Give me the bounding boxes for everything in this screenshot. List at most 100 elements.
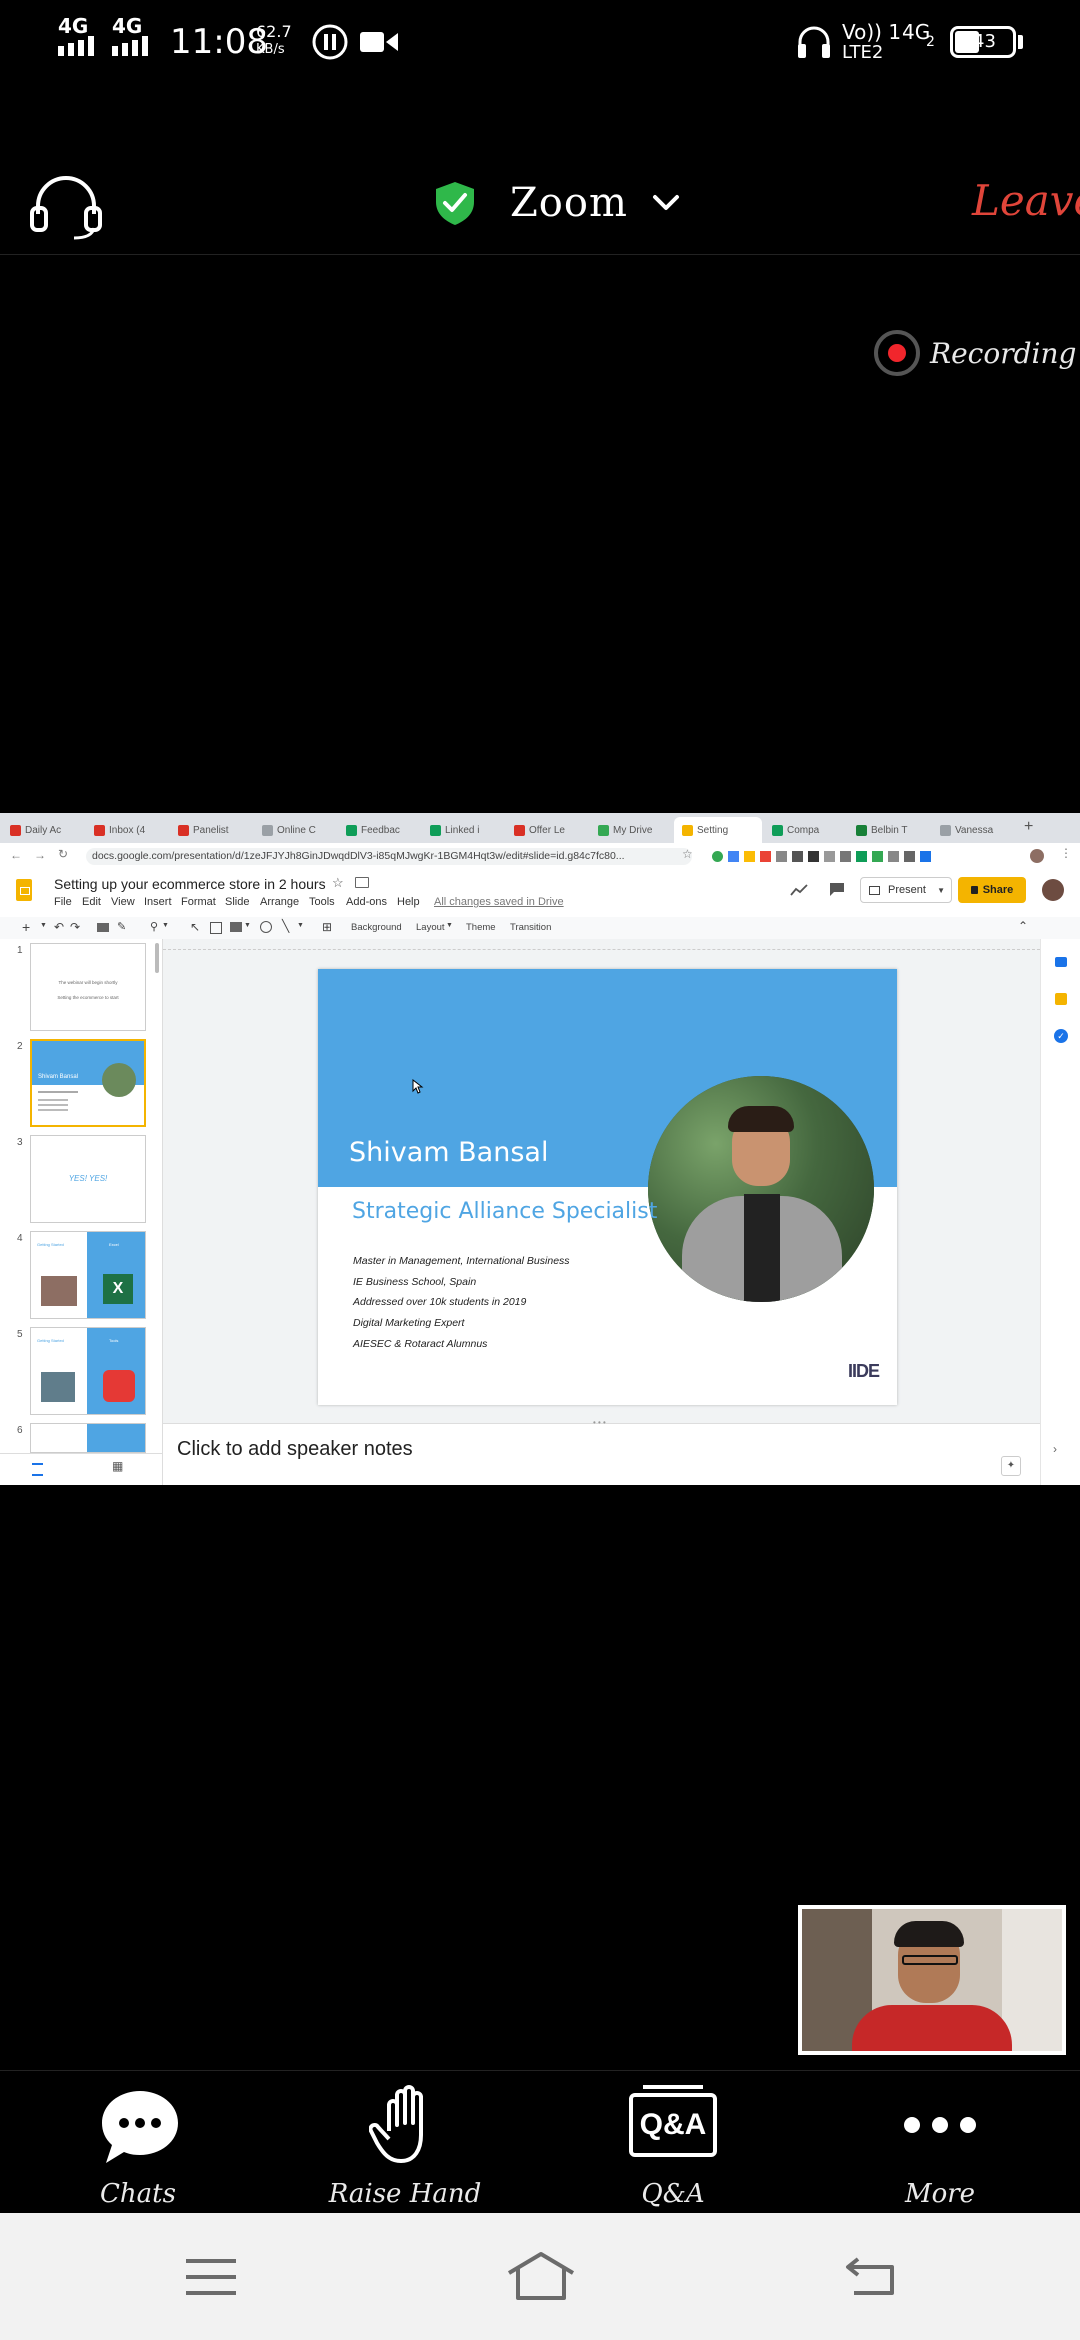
browser-tab[interactable]: Vanessa <box>932 817 1014 843</box>
extension-icon[interactable] <box>712 851 723 862</box>
line-dropdown-icon[interactable]: ▼ <box>297 922 304 929</box>
browser-tab-active[interactable]: Setting <box>674 817 762 843</box>
menu-slide[interactable]: Slide <box>225 896 249 908</box>
new-tab-icon[interactable]: + <box>1024 818 1033 836</box>
back-icon[interactable] <box>844 2255 896 2297</box>
browser-tab[interactable]: Linked i <box>422 817 504 843</box>
menu-insert[interactable]: Insert <box>144 896 172 908</box>
slide-thumbnail[interactable]: YES! YES! <box>30 1135 146 1223</box>
extension-icon[interactable] <box>808 851 819 862</box>
undo-icon[interactable]: ↶ <box>54 920 64 934</box>
audio-headset-icon[interactable] <box>28 170 104 242</box>
present-dropdown-icon[interactable]: ▼ <box>937 886 945 895</box>
tasks-icon[interactable]: ✓ <box>1054 1029 1068 1043</box>
browser-tab[interactable]: Compa <box>764 817 846 843</box>
forward-icon[interactable]: → <box>34 848 46 862</box>
menu-file[interactable]: File <box>54 896 72 908</box>
add-comment-icon[interactable]: ⊞ <box>322 920 332 934</box>
slide-thumbnail[interactable]: Getting Started Tools <box>30 1327 146 1415</box>
select-cursor-icon[interactable]: ↖ <box>190 920 200 934</box>
activity-trend-icon[interactable] <box>790 883 808 897</box>
image-dropdown-icon[interactable]: ▼ <box>244 922 251 929</box>
menu-tools[interactable]: Tools <box>309 896 335 908</box>
extension-icon[interactable] <box>760 851 771 862</box>
menu-icon[interactable] <box>184 2257 238 2297</box>
extension-icon[interactable] <box>920 851 931 862</box>
menu-format[interactable]: Format <box>181 896 216 908</box>
comment-icon[interactable] <box>828 881 846 897</box>
share-button[interactable]: Share <box>958 877 1026 903</box>
extension-icon[interactable] <box>888 851 899 862</box>
extension-icon[interactable] <box>872 851 883 862</box>
menu-help[interactable]: Help <box>397 896 420 908</box>
extension-icon[interactable] <box>904 851 915 862</box>
leave-button[interactable]: Leave <box>972 176 1080 225</box>
menu-view[interactable]: View <box>111 896 135 908</box>
meeting-title-dropdown[interactable]: Zoom <box>434 180 680 226</box>
recording-indicator[interactable]: Recording <box>874 330 1076 376</box>
collapse-toolbar-icon[interactable]: ⌃ <box>1018 919 1028 933</box>
browser-tab[interactable]: Panelist <box>170 817 252 843</box>
slides-logo-icon[interactable] <box>16 879 32 901</box>
image-icon[interactable] <box>230 922 242 932</box>
extension-icon[interactable] <box>744 851 755 862</box>
browser-tab[interactable]: Belbin T <box>848 817 930 843</box>
browser-tab[interactable]: My Drive <box>590 817 672 843</box>
profile-avatar[interactable] <box>1030 849 1044 863</box>
self-video-thumbnail[interactable] <box>798 1905 1066 2055</box>
raise-hand-button[interactable]: Raise Hand <box>305 2071 505 2214</box>
browser-tab[interactable]: Inbox (4 <box>86 817 168 843</box>
reload-icon[interactable]: ↻ <box>58 847 68 861</box>
menu-addons[interactable]: Add-ons <box>346 896 387 908</box>
browser-menu-icon[interactable]: ⋮ <box>1060 846 1072 860</box>
home-icon[interactable] <box>506 2251 576 2301</box>
url-field[interactable]: docs.google.com/presentation/d/1zeJFJYJh… <box>86 848 692 865</box>
transition-button[interactable]: Transition <box>510 922 551 933</box>
layout-button[interactable]: Layout <box>416 922 445 933</box>
background-button[interactable]: Background <box>351 922 402 933</box>
print-icon[interactable] <box>97 923 109 932</box>
layout-dropdown-icon[interactable]: ▼ <box>446 922 453 929</box>
browser-tab[interactable]: Feedbac <box>338 817 420 843</box>
document-title[interactable]: Setting up your ecommerce store in 2 hou… <box>54 876 326 892</box>
move-folder-icon[interactable] <box>355 877 369 888</box>
extension-icon[interactable] <box>792 851 803 862</box>
account-avatar[interactable] <box>1042 879 1064 901</box>
extension-icon[interactable] <box>824 851 835 862</box>
qa-button[interactable]: Q&A Q&A <box>573 2071 773 2214</box>
star-icon[interactable]: ☆ <box>332 875 344 891</box>
line-icon[interactable]: ╲ <box>282 919 289 933</box>
slide-thumbnail-selected[interactable]: Shivam Bansal <box>30 1039 146 1127</box>
browser-tab[interactable]: Daily Ac <box>2 817 84 843</box>
bookmark-star-icon[interactable]: ☆ <box>682 847 693 861</box>
extension-icon[interactable] <box>776 851 787 862</box>
text-box-icon[interactable] <box>210 922 222 934</box>
new-slide-dropdown-icon[interactable]: ▼ <box>40 922 47 929</box>
zoom-dropdown-icon[interactable]: ▼ <box>162 922 169 929</box>
notes-resize-handle[interactable]: • • • <box>593 1418 606 1427</box>
explore-icon[interactable]: ✦ <box>1001 1456 1021 1476</box>
grid-view-icon[interactable]: ▦ <box>112 1459 123 1473</box>
current-slide[interactable]: Shivam Bansal Strategic Alliance Special… <box>318 969 897 1405</box>
redo-icon[interactable]: ↷ <box>70 920 80 934</box>
theme-button[interactable]: Theme <box>466 922 496 933</box>
slide-thumbnail[interactable] <box>30 1423 146 1453</box>
menu-arrange[interactable]: Arrange <box>260 896 299 908</box>
extension-icon[interactable] <box>840 851 851 862</box>
calendar-icon[interactable] <box>1055 957 1067 967</box>
paint-format-icon[interactable]: ✎ <box>117 920 126 933</box>
slide-thumbnail[interactable]: The webinar will begin shortly Setting t… <box>30 943 146 1031</box>
chats-button[interactable]: Chats <box>38 2071 238 2214</box>
present-button[interactable]: Present ▼ <box>860 877 952 903</box>
new-slide-icon[interactable]: + <box>22 919 30 935</box>
speaker-notes[interactable]: • • • Click to add speaker notes ✦ <box>163 1418 1040 1485</box>
slide-thumbnail[interactable]: Getting Started Excel X <box>30 1231 146 1319</box>
expand-panel-icon[interactable]: › <box>1053 1442 1057 1456</box>
extension-icon[interactable] <box>856 851 867 862</box>
shape-icon[interactable] <box>260 921 272 933</box>
menu-edit[interactable]: Edit <box>82 896 101 908</box>
browser-tab[interactable]: Offer Le <box>506 817 588 843</box>
filmstrip-view-icon[interactable] <box>32 1463 43 1476</box>
back-icon[interactable]: ← <box>10 848 22 862</box>
zoom-icon[interactable]: ⚲ <box>150 920 158 933</box>
